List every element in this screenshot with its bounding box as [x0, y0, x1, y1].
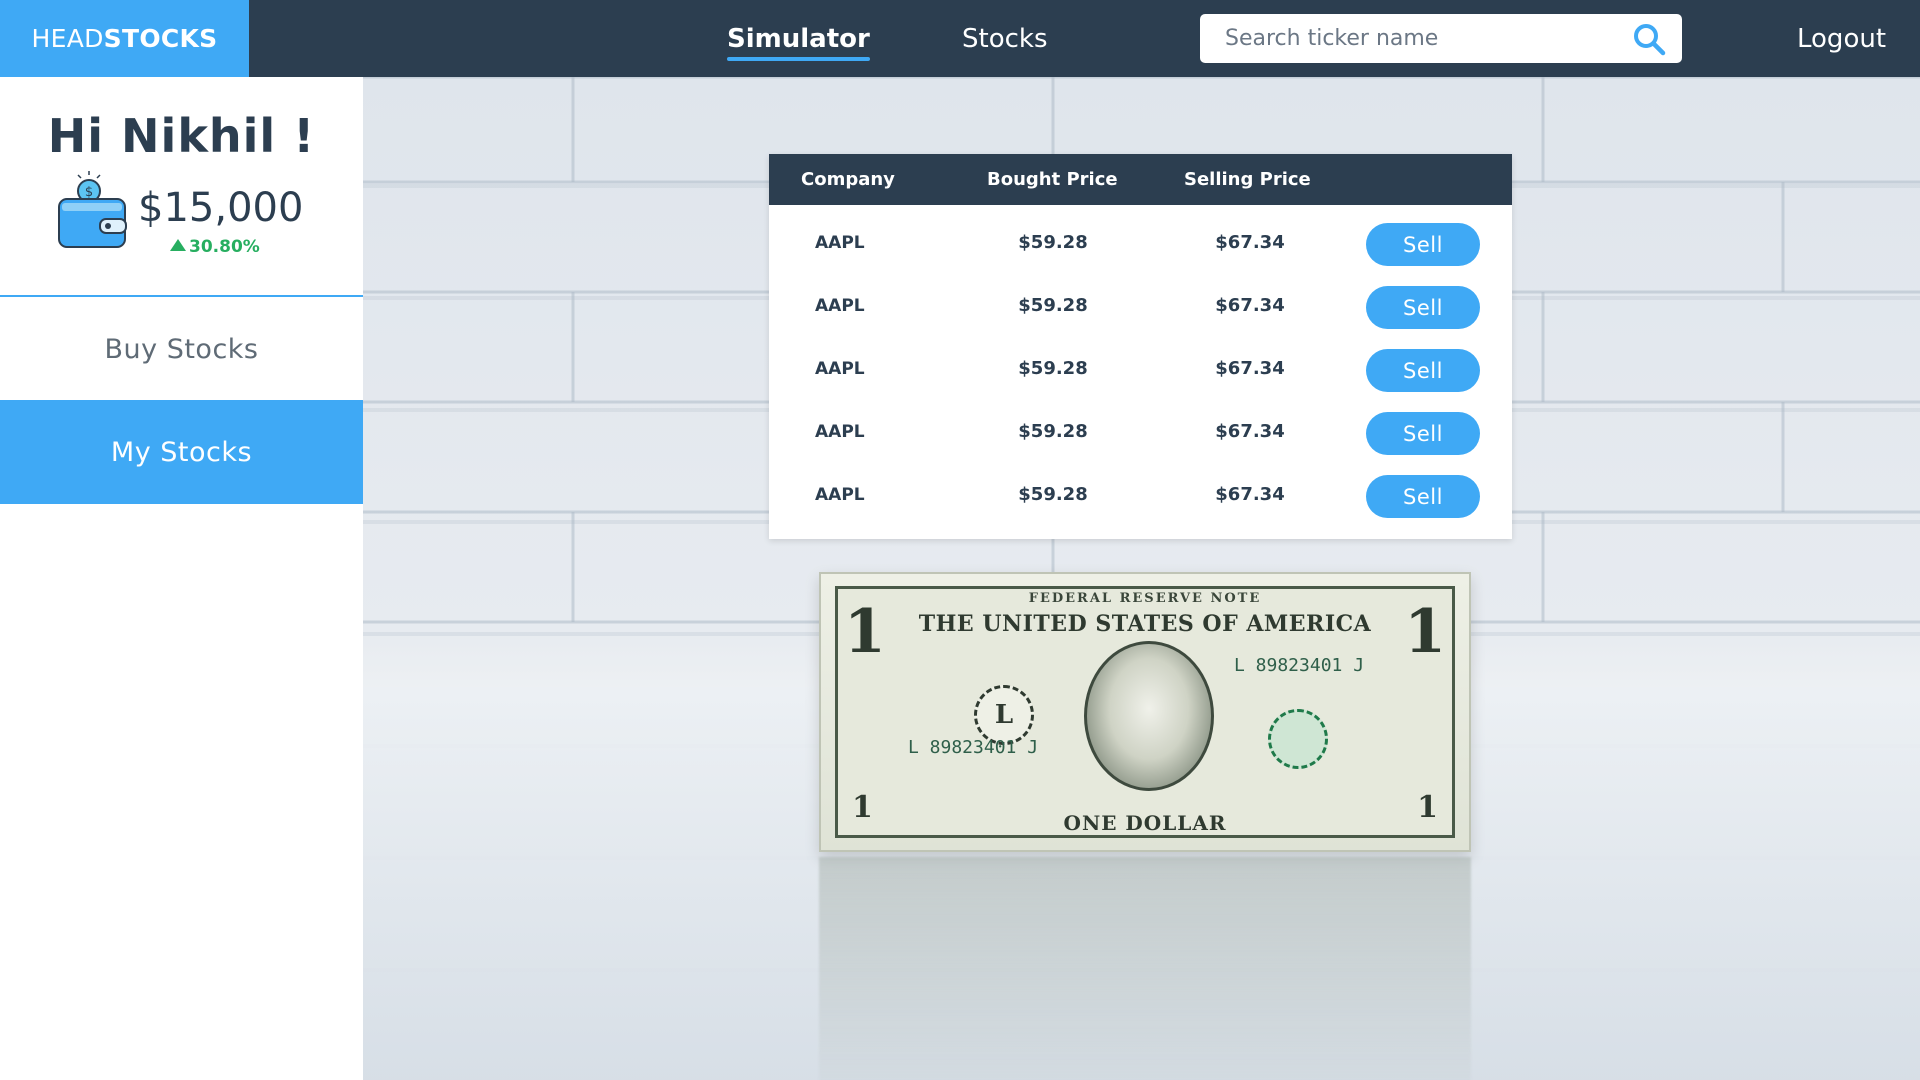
search-icon[interactable] [1632, 22, 1666, 56]
bill-border: FEDERAL RESERVE NOTE THE UNITED STATES O… [835, 586, 1455, 838]
balance-change: 30.80% [170, 237, 260, 257]
cell-company: AAPL [815, 232, 865, 253]
dollar-bill-reflection [819, 857, 1471, 1080]
nav-simulator-link[interactable]: Simulator [727, 0, 870, 77]
bill-denomination-top-right: 1 [1404, 597, 1446, 667]
column-header-selling-price: Selling Price [1184, 169, 1311, 190]
cell-company: AAPL [815, 484, 865, 505]
bill-footer-text: ONE DOLLAR [1063, 811, 1227, 835]
cell-company: AAPL [815, 421, 865, 442]
nav-simulator-label: Simulator [727, 23, 870, 54]
bill-portrait [1084, 641, 1214, 791]
table-header: Company Bought Price Selling Price [769, 154, 1512, 205]
cell-selling-price: $67.34 [1215, 232, 1285, 253]
cell-selling-price: $67.34 [1215, 421, 1285, 442]
account-balance: $15,000 [138, 185, 304, 231]
search-bar [1200, 14, 1682, 63]
cell-bought-price: $59.28 [1018, 232, 1088, 253]
arrow-up-icon [170, 239, 186, 251]
bill-seal-letter: L [994, 700, 1014, 730]
app-logo[interactable]: HEAD STOCKS [0, 0, 249, 77]
cell-selling-price: $67.34 [1215, 484, 1285, 505]
active-nav-underline [727, 57, 870, 61]
bill-treasury-seal [1268, 709, 1328, 769]
balance-change-value: 30.80% [189, 237, 260, 257]
cell-bought-price: $59.28 [1018, 484, 1088, 505]
nav-stocks-label: Stocks [962, 23, 1048, 54]
nav-stocks-link[interactable]: Stocks [962, 0, 1048, 77]
sidebar-item-label: Buy Stocks [104, 333, 259, 365]
sidebar: Hi Nikhil ! $ $15,000 30.80% Buy Stocks … [0, 77, 363, 1080]
column-header-bought-price: Bought Price [987, 169, 1118, 190]
cell-company: AAPL [815, 295, 865, 316]
wallet-icon: $ [58, 171, 127, 248]
cell-selling-price: $67.34 [1215, 358, 1285, 379]
bill-header-text: FEDERAL RESERVE NOTE [1028, 591, 1262, 606]
bill-denomination-top-left: 1 [844, 597, 886, 667]
table-row: AAPL $59.28 $67.34 Sell [769, 400, 1512, 463]
column-header-company: Company [801, 169, 895, 190]
cell-bought-price: $59.28 [1018, 421, 1088, 442]
bill-title-text: THE UNITED STATES OF AMERICA [918, 611, 1372, 637]
bill-serial-number-top: L 89823401 J [1234, 655, 1365, 676]
logout-label: Logout [1797, 23, 1887, 54]
sell-button[interactable]: Sell [1366, 286, 1480, 329]
sell-button[interactable]: Sell [1366, 412, 1480, 455]
user-greeting: Hi Nikhil ! [47, 109, 316, 163]
cell-company: AAPL [815, 358, 865, 379]
cell-selling-price: $67.34 [1215, 295, 1285, 316]
logout-link[interactable]: Logout [1797, 0, 1886, 77]
sidebar-item-my-stocks[interactable]: My Stocks [0, 400, 363, 504]
logo-light-text: HEAD [31, 24, 104, 53]
sell-button[interactable]: Sell [1366, 475, 1480, 518]
table-row: AAPL $59.28 $67.34 Sell [769, 274, 1512, 337]
table-row: AAPL $59.28 $67.34 Sell [769, 211, 1512, 274]
sidebar-item-label: My Stocks [110, 436, 253, 468]
cell-bought-price: $59.28 [1018, 358, 1088, 379]
sell-button[interactable]: Sell [1366, 223, 1480, 266]
my-stocks-table: Company Bought Price Selling Price AAPL … [769, 154, 1512, 539]
logo-bold-text: STOCKS [103, 24, 218, 53]
table-row: AAPL $59.28 $67.34 Sell [769, 463, 1512, 526]
bill-serial-number-bottom: L 89823401 J [908, 737, 1039, 758]
top-navigation-bar: HEADSTOCKS Simulator Stocks Logout [0, 0, 1920, 77]
svg-text:$: $ [85, 185, 93, 200]
search-input[interactable] [1200, 14, 1620, 63]
dollar-bill-image: FEDERAL RESERVE NOTE THE UNITED STATES O… [819, 572, 1471, 852]
bill-federal-reserve-seal: L [974, 685, 1034, 745]
sidebar-item-buy-stocks[interactable]: Buy Stocks [0, 297, 363, 401]
cell-bought-price: $59.28 [1018, 295, 1088, 316]
table-row: AAPL $59.28 $67.34 Sell [769, 337, 1512, 400]
sell-button[interactable]: Sell [1366, 349, 1480, 392]
